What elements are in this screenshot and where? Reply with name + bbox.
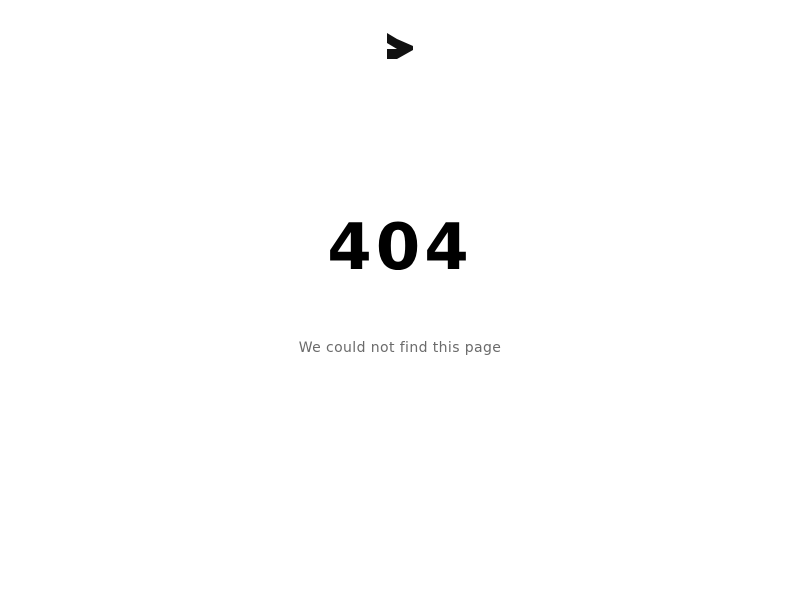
error-code-heading: 404 — [327, 211, 473, 285]
brand-logo-icon — [387, 33, 413, 59]
error-message-text: We could not find this page — [298, 340, 502, 356]
home-logo-link[interactable] — [385, 31, 415, 61]
